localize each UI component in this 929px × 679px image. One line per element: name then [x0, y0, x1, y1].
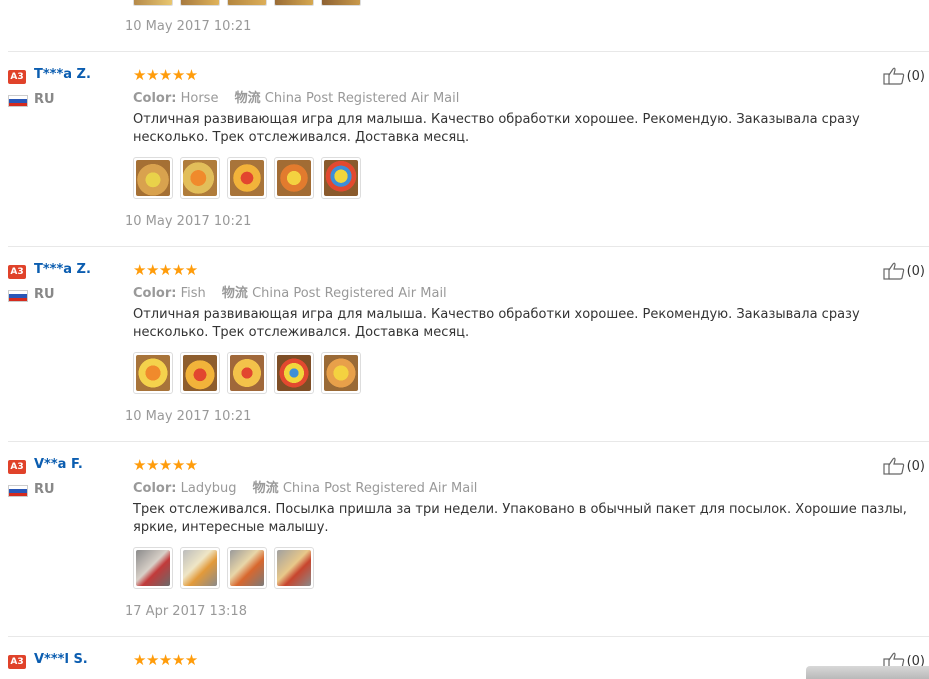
review-photo-thumbnail[interactable] [180, 547, 220, 589]
review-photo-thumbnail[interactable] [133, 547, 173, 589]
shipping-label: 物流 [221, 286, 248, 301]
review-text: Трек отслеживался. Посылка пришла за три… [133, 502, 907, 535]
review-photos [133, 547, 321, 589]
thumbs-up-icon [882, 262, 904, 280]
review-photo-thumbnail[interactable] [180, 352, 220, 394]
review-photo-thumbnail[interactable] [133, 157, 173, 199]
helpful-count: (0) [906, 263, 925, 279]
star-rating: ★★★★★ [133, 261, 198, 279]
shipping-value: China Post Registered Air Mail [252, 286, 447, 301]
review-photo-thumbnail[interactable] [321, 157, 361, 199]
review-photo-thumbnail[interactable] [274, 547, 314, 589]
review-photo-thumbnail[interactable] [180, 157, 220, 199]
helpful-count: (0) [906, 458, 925, 474]
review-text: Отличная развивающая игра для малыша. Ка… [133, 307, 860, 340]
helpful-button[interactable]: (0) [882, 262, 925, 280]
color-value: Fish [180, 286, 206, 301]
review-photo-thumbnail[interactable] [227, 0, 267, 6]
buyer-level-badge: A3 [8, 265, 26, 279]
color-value: Ladybug [180, 481, 237, 496]
russia-flag-icon [8, 485, 28, 497]
review-photo-thumbnail[interactable] [274, 352, 314, 394]
review-date: 17 Apr 2017 13:18 [125, 604, 247, 619]
thumbs-up-icon [882, 67, 904, 85]
reviewer-country: RU [34, 482, 55, 497]
thumbs-up-icon [882, 457, 904, 475]
star-rating: ★★★★★ [133, 66, 198, 84]
buyer-level-badge: A3 [8, 460, 26, 474]
reviewer-country: RU [34, 287, 55, 302]
review-photo-thumbnail[interactable] [227, 547, 267, 589]
review-meta: Color: Horse 物流 China Post Registered Ai… [133, 87, 459, 106]
review-photo-thumbnail[interactable] [227, 157, 267, 199]
color-label: Color: [133, 91, 177, 106]
shipping-value: China Post Registered Air Mail [264, 91, 460, 106]
review-item: A3 V**a F. RU ★★★★★ Color: Ladybug 物流 Ch… [8, 457, 929, 627]
floating-widget-corner[interactable] [806, 666, 929, 679]
star-rating: ★★★★★ [133, 456, 198, 474]
review-divider [8, 246, 929, 247]
review-item: A3 V***l S. ★★★★★ (0) [8, 652, 929, 679]
reviewer-name[interactable]: V***l S. [34, 652, 88, 667]
russia-flag-icon [8, 95, 28, 107]
review-meta: Color: Fish 物流 China Post Registered Air… [133, 282, 447, 301]
review-photo-thumbnail[interactable] [133, 352, 173, 394]
star-rating: ★★★★★ [133, 652, 198, 669]
review-text: Отличная развивающая игра для малыша. Ка… [133, 112, 860, 145]
previous-review-thumbnails [133, 0, 368, 6]
review-meta: Color: Ladybug 物流 China Post Registered … [133, 477, 477, 496]
review-photo-thumbnail[interactable] [321, 352, 361, 394]
review-photo-thumbnail[interactable] [274, 0, 314, 6]
review-photo-thumbnail[interactable] [227, 352, 267, 394]
review-date: 10 May 2017 10:21 [125, 214, 252, 229]
review-photo-thumbnail[interactable] [180, 0, 220, 6]
review-date: 10 May 2017 10:21 [125, 409, 252, 424]
review-date: 10 May 2017 10:21 [125, 19, 252, 34]
review-item: A3 T***a Z. RU ★★★★★ Color: Fish 物流 Chin… [8, 262, 929, 432]
review-divider [8, 441, 929, 442]
shipping-label: 物流 [252, 481, 279, 496]
buyer-level-badge: A3 [8, 70, 26, 84]
color-label: Color: [133, 286, 177, 301]
reviewer-name[interactable]: T***a Z. [34, 262, 91, 277]
buyer-level-badge: A3 [8, 655, 26, 669]
review-photo-thumbnail[interactable] [133, 0, 173, 6]
helpful-button[interactable]: (0) [882, 67, 925, 85]
review-photos [133, 157, 368, 199]
shipping-label: 物流 [234, 91, 261, 106]
review-divider [8, 636, 929, 637]
color-label: Color: [133, 481, 177, 496]
reviewer-name[interactable]: T***a Z. [34, 67, 91, 82]
reviewer-name[interactable]: V**a F. [34, 457, 83, 472]
review-divider [8, 51, 929, 52]
helpful-count: (0) [906, 68, 925, 84]
reviewer-country: RU [34, 92, 55, 107]
russia-flag-icon [8, 290, 28, 302]
color-value: Horse [180, 91, 219, 106]
shipping-value: China Post Registered Air Mail [282, 481, 478, 496]
review-photo-thumbnail[interactable] [321, 0, 361, 6]
review-photos [133, 352, 368, 394]
review-item: A3 T***a Z. RU ★★★★★ Color: Horse 物流 Chi… [8, 67, 929, 237]
review-photo-thumbnail[interactable] [274, 157, 314, 199]
helpful-button[interactable]: (0) [882, 457, 925, 475]
